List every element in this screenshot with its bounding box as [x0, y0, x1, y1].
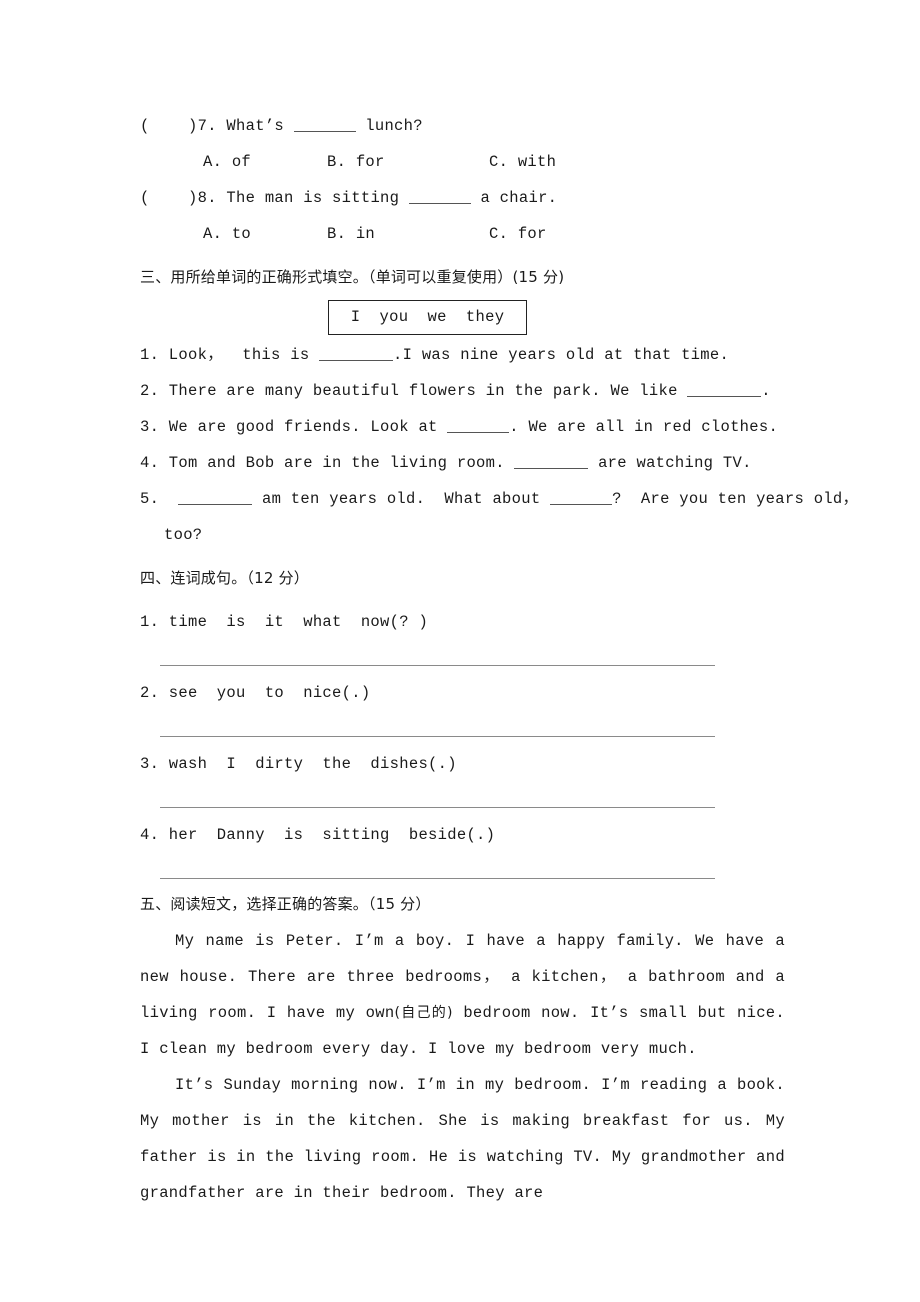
- fill-item-1-part1: Look， this is: [159, 346, 320, 364]
- word-bank-box: I you we they: [327, 300, 528, 335]
- rearrange-item-4: 4. her Danny is sitting beside(.): [140, 820, 785, 850]
- fill-item-5: 5. am ten years old. What about ? Are yo…: [140, 481, 858, 553]
- rearrange-item-4-number: 4.: [140, 826, 160, 844]
- mc-option-7-c-text: with: [517, 153, 557, 171]
- answer-rule-1[interactable]: [160, 665, 715, 666]
- mc-marker-8[interactable]: ( ): [140, 189, 198, 207]
- mc-option-8-c[interactable]: C. for: [489, 216, 547, 252]
- section-three-heading: 三、用所给单词的正确形式填空。（单词可以重复使用）(15 分): [140, 268, 565, 286]
- fill-item-1-number: 1.: [140, 346, 160, 364]
- fill-item-1: 1. Look， this is .I was nine years old a…: [140, 337, 785, 373]
- mc-option-7-a[interactable]: A. of: [140, 144, 327, 180]
- fill-item-2-part2: .: [761, 382, 771, 400]
- mc-option-7-a-label: A.: [203, 153, 223, 171]
- fill-item-5-part1: [159, 490, 178, 508]
- rearrange-item-3: 3. wash I dirty the dishes(.): [140, 749, 785, 779]
- fill-item-4-blank[interactable]: [514, 453, 589, 469]
- reading-passage: My name is Peter. I’m a boy. I have a ha…: [140, 923, 785, 1211]
- fill-item-4-part2: are watching TV.: [588, 454, 752, 472]
- mc-stem-8-before: The man is sitting: [226, 189, 409, 207]
- fill-item-3-blank[interactable]: [447, 417, 510, 433]
- mc-blank-8: [408, 188, 471, 204]
- fill-item-2-blank[interactable]: [687, 381, 762, 397]
- fill-item-3: 3. We are good friends. Look at . We are…: [140, 409, 785, 445]
- answer-rule-3[interactable]: [160, 807, 715, 808]
- mc-option-8-a-text: to: [231, 225, 252, 243]
- passage-paragraph-2: It’s Sunday morning now. I’m in my bedro…: [140, 1076, 785, 1202]
- section-four-heading: 四、连词成句。（12 分）: [140, 569, 309, 587]
- worksheet-content: ( )7. What’s lunch? A. of B. for C. with…: [140, 108, 858, 1211]
- mc-number-7: 7.: [197, 117, 217, 135]
- rearrange-item-3-text: wash I dirty the dishes(.): [159, 755, 457, 773]
- mc-option-7-c[interactable]: C. with: [489, 144, 556, 180]
- rearrange-item-2-text: see you to nice(.): [159, 684, 371, 702]
- fill-item-1-part2: .I was nine years old at that time.: [393, 346, 730, 364]
- fill-item-3-part2: . We are all in red clothes.: [509, 418, 779, 436]
- mc-option-8-b[interactable]: B. in: [327, 216, 489, 252]
- mc-stem-7-after: lunch?: [355, 117, 423, 135]
- mc-stem-8-after: a chair.: [470, 189, 558, 207]
- answer-rule-4[interactable]: [160, 878, 715, 879]
- mc-option-8-a-label: A.: [203, 225, 223, 243]
- mc-question-8: ( )8. The man is sitting a chair.: [140, 180, 785, 216]
- fill-item-2-part1: There are many beautiful flowers in the …: [159, 382, 688, 400]
- fill-item-5-continuation: too?: [164, 526, 203, 544]
- mc-question-7: ( )7. What’s lunch?: [140, 108, 785, 144]
- rearrange-item-1: 1. time is it what now(? ): [140, 607, 785, 637]
- mc-options-8: A. to B. in C. for: [140, 216, 785, 252]
- fill-item-4-number: 4.: [140, 454, 160, 472]
- rearrange-item-1-text: time is it what now(? ): [159, 613, 429, 631]
- passage-paragraph-1: My name is Peter. I’m a boy. I have a ha…: [140, 923, 785, 1067]
- rearrange-item-2-number: 2.: [140, 684, 160, 702]
- mc-option-8-b-text: in: [355, 225, 376, 243]
- rearrange-item-1-number: 1.: [140, 613, 160, 631]
- mc-option-7-c-label: C.: [489, 153, 509, 171]
- fill-item-1-blank[interactable]: [319, 345, 394, 361]
- fill-item-3-part1: We are good friends. Look at: [159, 418, 448, 436]
- fill-item-2: 2. There are many beautiful flowers in t…: [140, 373, 785, 409]
- rearrange-item-3-number: 3.: [140, 755, 160, 773]
- mc-option-7-b[interactable]: B. for: [327, 144, 489, 180]
- mc-marker-7[interactable]: ( ): [140, 117, 198, 135]
- rearrange-item-4-text: her Danny is sitting beside(.): [159, 826, 496, 844]
- section-five-heading: 五、阅读短文，选择正确的答案。（15 分）: [140, 895, 431, 913]
- word-bank-container: I you we they: [140, 300, 785, 335]
- passage-p1-gloss: (自己的): [394, 1005, 453, 1021]
- fill-item-5-blank-1[interactable]: [178, 489, 253, 505]
- fill-item-5-number: 5.: [140, 490, 160, 508]
- mc-options-7: A. of B. for C. with: [140, 144, 785, 180]
- mc-stem-7-before: What’s: [226, 117, 294, 135]
- mc-number-8: 8.: [197, 189, 217, 207]
- fill-item-3-number: 3.: [140, 418, 160, 436]
- rearrange-item-2: 2. see you to nice(.): [140, 678, 785, 708]
- answer-rule-2[interactable]: [160, 736, 715, 737]
- mc-option-8-a[interactable]: A. to: [140, 216, 327, 252]
- mc-option-7-b-text: for: [355, 153, 385, 171]
- mc-blank-7: [293, 116, 356, 132]
- mc-option-8-b-label: B.: [327, 225, 347, 243]
- fill-item-4: 4. Tom and Bob are in the living room. a…: [140, 445, 785, 481]
- mc-option-7-b-label: B.: [327, 153, 347, 171]
- mc-option-8-c-text: for: [517, 225, 547, 243]
- fill-item-5-part2: am ten years old. What about: [252, 490, 551, 508]
- fill-item-5-blank-2[interactable]: [550, 489, 613, 505]
- mc-option-7-a-text: of: [231, 153, 252, 171]
- mc-option-8-c-label: C.: [489, 225, 509, 243]
- fill-item-2-number: 2.: [140, 382, 160, 400]
- fill-item-5-part3: ? Are you ten years old，: [612, 490, 859, 508]
- fill-item-4-part1: Tom and Bob are in the living room.: [159, 454, 515, 472]
- worksheet-page: ( )7. What’s lunch? A. of B. for C. with…: [0, 0, 920, 1302]
